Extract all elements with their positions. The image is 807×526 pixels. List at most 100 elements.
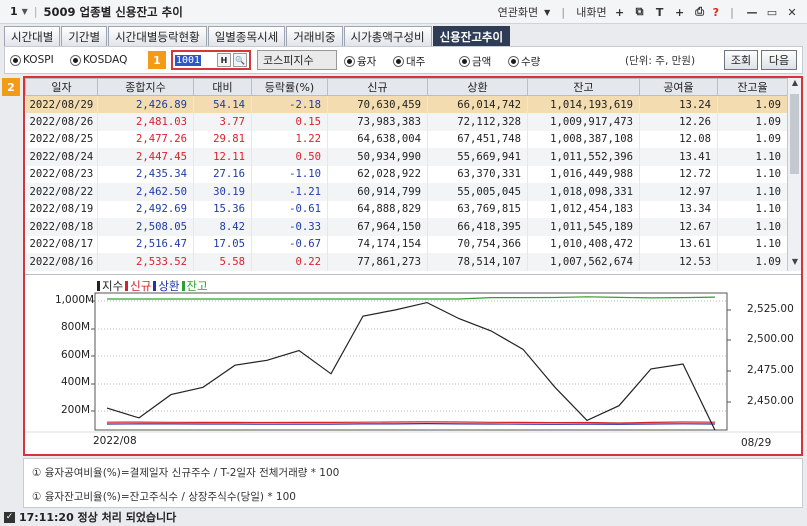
- cell-repay: 70,754,366: [427, 235, 528, 253]
- my-screen-menu[interactable]: 내화면: [576, 4, 606, 20]
- tab-by-period[interactable]: 기간별: [61, 26, 108, 46]
- credit-balance-table: 일자 종합지수 대비 등락률(%) 신규 상환 잔고 공여율 잔고율 2022/…: [25, 78, 788, 271]
- table-header-row: 일자 종합지수 대비 등락률(%) 신규 상환 잔고 공여율 잔고율: [25, 78, 788, 96]
- col-supply-rate[interactable]: 공여율: [639, 78, 718, 96]
- cell-rate: 1.22: [251, 130, 328, 148]
- table-row[interactable]: 2022/08/16 2,533.52 5.58 0.22 77,861,273 78,5…: [25, 253, 788, 271]
- related-screen-menu[interactable]: 연관화면: [498, 4, 538, 20]
- check-icon: ✓: [4, 511, 15, 523]
- cell-index: 2,516.47: [97, 235, 194, 253]
- radio-yungja[interactable]: 융자: [345, 54, 376, 69]
- tab-trading-share[interactable]: 거래비중: [286, 26, 343, 46]
- plus-icon[interactable]: +: [613, 6, 627, 19]
- radio-kosdaq[interactable]: KOSDAQ: [71, 54, 127, 66]
- radio-yungja-label: 융자: [357, 56, 377, 68]
- cell-diff: 12.11: [193, 148, 252, 166]
- trend-chart: 지수 신규 상환 잔고 1,000M 800M 600M 400M 200M 2…: [25, 274, 801, 454]
- cell-balance-rate: 1.10: [717, 183, 788, 201]
- right-tick-2500: 2,500.00: [747, 333, 794, 345]
- cell-new: 60,914,799: [327, 183, 428, 201]
- cell-supply-rate: 13.41: [639, 148, 718, 166]
- cell-new: 74,174,154: [327, 235, 428, 253]
- cell-balance-rate: 1.09: [717, 113, 788, 131]
- scroll-down-icon[interactable]: ▼: [788, 257, 802, 271]
- table-row[interactable]: 2022/08/17 2,516.47 17.05 -0.67 74,174,154 70…: [25, 235, 788, 253]
- cell-balance-rate: 1.09: [717, 130, 788, 148]
- tab-market-cap-composition[interactable]: 시가총액구성비: [343, 26, 432, 46]
- cell-repay: 63,769,815: [427, 200, 528, 218]
- col-new[interactable]: 신규: [327, 78, 428, 96]
- table-row[interactable]: 2022/08/19 2,492.69 15.36 -0.61 64,888,829 63…: [25, 200, 788, 218]
- cell-date: 2022/08/23: [25, 165, 98, 183]
- cell-rate: 0.50: [251, 148, 328, 166]
- maximize-icon[interactable]: ▭: [765, 6, 779, 19]
- cell-balance: 1,007,562,674: [527, 253, 640, 271]
- radio-quantity-label: 수량: [521, 56, 541, 68]
- right-tick-2475: 2,475.00: [747, 364, 794, 376]
- tab-credit-balance-trend[interactable]: 신용잔고추이: [432, 26, 511, 46]
- query-button[interactable]: 조회: [724, 50, 758, 70]
- cell-index: 2,533.52: [97, 253, 194, 271]
- table-row[interactable]: 2022/08/24 2,447.45 12.11 0.50 50,934,990 55,…: [25, 148, 788, 166]
- table-row[interactable]: 2022/08/22 2,462.50 30.19 -1.21 60,914,799 55…: [25, 183, 788, 201]
- scroll-thumb[interactable]: [790, 94, 799, 174]
- cell-new: 64,888,829: [327, 200, 428, 218]
- cell-supply-rate: 12.67: [639, 218, 718, 236]
- radio-kospi[interactable]: KOSPI: [11, 54, 54, 66]
- col-index[interactable]: 종합지수: [97, 78, 194, 96]
- col-balance-rate[interactable]: 잔고율: [717, 78, 788, 96]
- related-dropdown-icon[interactable]: ▼: [544, 8, 550, 17]
- table-row[interactable]: 2022/08/23 2,435.34 27.16 -1.10 62,028,922 63…: [25, 165, 788, 183]
- tab-by-time[interactable]: 시간대별: [4, 26, 61, 46]
- cell-balance-rate: 1.10: [717, 235, 788, 253]
- cell-balance-rate: 1.10: [717, 200, 788, 218]
- col-rate[interactable]: 등락률(%): [251, 78, 328, 96]
- cell-date: 2022/08/17: [25, 235, 98, 253]
- x-axis-end-label: 08/29: [741, 437, 772, 449]
- col-diff[interactable]: 대비: [193, 78, 252, 96]
- print-icon[interactable]: ⎙: [693, 5, 707, 19]
- h-button[interactable]: H: [217, 53, 231, 67]
- sector-code-value: 1001: [175, 54, 202, 66]
- col-balance[interactable]: 잔고: [527, 78, 640, 96]
- minimize-icon[interactable]: —: [745, 6, 759, 19]
- search-icon[interactable]: 🔍: [233, 53, 247, 67]
- radio-daeju[interactable]: 대주: [394, 54, 425, 69]
- cell-rate: -0.67: [251, 235, 328, 253]
- add-icon[interactable]: +: [673, 6, 687, 19]
- radio-quantity[interactable]: 수량: [509, 54, 540, 69]
- cell-index: 2,447.45: [97, 148, 194, 166]
- cell-new: 73,983,383: [327, 113, 428, 131]
- table-row[interactable]: 2022/08/25 2,477.26 29.81 1.22 64,638,004 67,…: [25, 130, 788, 148]
- tab-time-fluctuation[interactable]: 시간대별등락현황: [108, 26, 207, 46]
- table-row[interactable]: 2022/08/29 2,426.89 54.14 -2.18 70,630,459 66…: [25, 95, 788, 113]
- help-icon[interactable]: ?: [713, 6, 719, 19]
- cell-diff: 54.14: [193, 95, 252, 113]
- cell-repay: 55,669,941: [427, 148, 528, 166]
- cell-balance: 1,010,408,472: [527, 235, 640, 253]
- cell-supply-rate: 13.24: [639, 95, 718, 113]
- col-repay[interactable]: 상환: [427, 78, 528, 96]
- table-row[interactable]: 2022/08/18 2,508.05 8.42 -0.33 67,964,150 66,…: [25, 218, 788, 236]
- radio-amount[interactable]: 금액: [460, 54, 491, 69]
- window-number-dropdown-icon[interactable]: ▼: [22, 7, 28, 16]
- close-icon[interactable]: ✕: [785, 6, 799, 19]
- window-number[interactable]: 1: [10, 5, 18, 18]
- col-date[interactable]: 일자: [25, 78, 98, 96]
- cell-rate: -0.61: [251, 200, 328, 218]
- tab-daily-quote[interactable]: 일별종목시세: [207, 26, 286, 46]
- separator-icon: |: [561, 5, 566, 19]
- cell-rate: -1.10: [251, 165, 328, 183]
- font-size-icon[interactable]: T: [653, 6, 667, 19]
- window-link-icon[interactable]: ⧉: [633, 5, 647, 19]
- radio-dot-icon: [71, 55, 80, 65]
- left-tick-600m: 600M: [61, 349, 91, 361]
- table-row[interactable]: 2022/08/26 2,481.03 3.77 0.15 73,983,383 72,1…: [25, 113, 788, 131]
- status-bar: ✓ 17:11:20 정상 처리 되었습니다: [0, 508, 807, 526]
- scroll-up-icon[interactable]: ▲: [788, 78, 802, 92]
- plot-border: [94, 292, 728, 431]
- next-button[interactable]: 다음: [761, 50, 797, 70]
- cell-balance-rate: 1.10: [717, 148, 788, 166]
- sector-code-input[interactable]: 1001 H 🔍: [171, 50, 251, 70]
- table-scrollbar[interactable]: ▲ ▼: [787, 78, 801, 271]
